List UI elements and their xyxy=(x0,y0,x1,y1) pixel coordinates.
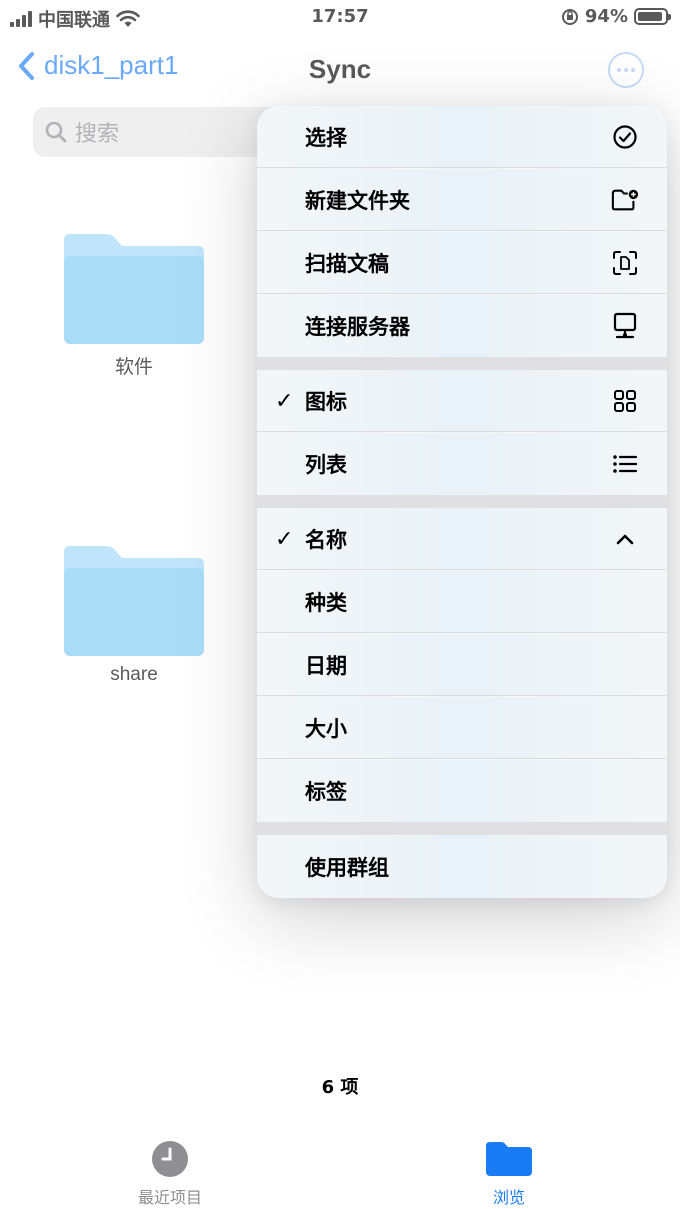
menu-item-view-list[interactable]: 列表 xyxy=(257,433,667,495)
menu-item-sort-tags[interactable]: 标签 xyxy=(257,760,667,822)
menu-item-sort-name[interactable]: ✓ 名称 xyxy=(257,508,667,570)
menu-separator xyxy=(257,495,667,508)
menu-item-sort-kind[interactable]: 种类 xyxy=(257,571,667,633)
monitor-icon xyxy=(611,312,639,340)
menu-item-label: 连接服务器 xyxy=(305,315,410,339)
menu-item-label: 日期 xyxy=(305,654,347,678)
tab-label: 浏览 xyxy=(492,1188,525,1207)
scan-document-icon xyxy=(611,249,639,277)
menu-item-connect-server[interactable]: 连接服务器 xyxy=(257,295,667,357)
menu-item-label: 种类 xyxy=(305,591,347,615)
chevron-up-icon xyxy=(611,525,639,553)
menu-item-label: 标签 xyxy=(305,780,347,804)
tab-recents[interactable]: 最近项目 xyxy=(90,1140,250,1208)
menu-item-sort-date[interactable]: 日期 xyxy=(257,634,667,696)
checkmark-icon: ✓ xyxy=(275,526,294,552)
menu-item-label: 大小 xyxy=(305,717,347,741)
menu-item-label: 图标 xyxy=(305,390,347,414)
menu-item-select[interactable]: 选择 xyxy=(257,106,667,168)
tab-browse[interactable]: 浏览 xyxy=(429,1140,589,1208)
folder-fill-icon xyxy=(486,1142,532,1176)
new-folder-icon xyxy=(611,186,639,214)
tab-bar: 最近项目 浏览 xyxy=(0,1130,680,1209)
menu-item-label: 列表 xyxy=(305,453,347,477)
menu-item-view-icons[interactable]: ✓ 图标 xyxy=(257,370,667,432)
item-count: 6 项 xyxy=(321,1077,359,1098)
menu-item-label: 选择 xyxy=(305,126,347,150)
tab-label: 最近项目 xyxy=(137,1188,202,1207)
menu-item-label: 使用群组 xyxy=(305,855,389,880)
grid-icon xyxy=(611,387,639,415)
menu-separator xyxy=(257,357,667,370)
menu-item-new-folder[interactable]: 新建文件夹 xyxy=(257,169,667,231)
menu-item-use-groups[interactable]: 使用群组 xyxy=(257,835,667,898)
context-menu: 选择 新建文件夹 扫描文稿 连接服务器 ✓ 图标 列表 ✓ 名称 种类 日期 大… xyxy=(257,106,667,898)
menu-item-scan-documents[interactable]: 扫描文稿 xyxy=(257,232,667,294)
menu-separator xyxy=(257,822,667,835)
clock-icon xyxy=(152,1141,188,1177)
checkmark-circle-icon xyxy=(611,123,639,151)
menu-item-label: 扫描文稿 xyxy=(305,252,389,276)
checkmark-icon: ✓ xyxy=(275,388,294,414)
menu-item-label: 新建文件夹 xyxy=(305,189,410,213)
list-icon xyxy=(611,450,639,478)
menu-item-label: 名称 xyxy=(305,528,347,552)
menu-item-sort-size[interactable]: 大小 xyxy=(257,697,667,759)
